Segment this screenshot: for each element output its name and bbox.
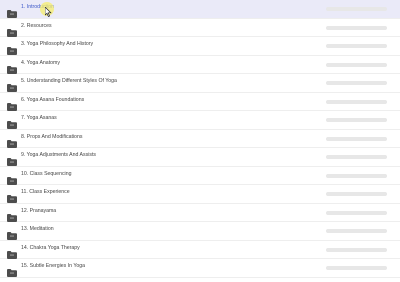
lesson-title[interactable]: 4. Yoga Anatomy [21,60,60,66]
loading-placeholder-bar [326,118,387,122]
lesson-title[interactable]: 6. Yoga Asana Foundations [21,97,84,103]
lesson-list: 1. Introduction 2. Resources 3. Yoga Philo… [0,0,400,278]
lesson-row[interactable]: 2. Resources [0,19,400,37]
lesson-row[interactable]: 10. Class Sequencing [0,167,400,185]
folder-icon [7,227,17,240]
folder-icon [7,5,17,18]
lesson-row[interactable]: 3. Yoga Philosophy And History [0,37,400,56]
loading-placeholder-bar [326,99,387,104]
loading-placeholder-bar [326,210,387,215]
folder-icon [7,264,17,277]
lesson-title[interactable]: 9. Yoga Adjustments And Assists [21,152,96,158]
lesson-title[interactable]: 12. Pranayama [21,208,56,214]
lesson-title[interactable]: 10. Class Sequencing [21,171,71,177]
loading-placeholder-bar [326,136,387,141]
folder-icon [7,190,17,203]
lesson-title[interactable]: 8. Props And Modifications [21,134,82,140]
loading-placeholder-bar [326,155,387,159]
loading-placeholder-bar [326,62,387,67]
lesson-title[interactable]: 5. Understanding Different Styles Of Yog… [21,78,117,84]
folder-icon [7,209,17,222]
folder-icon [7,172,17,185]
mouse-cursor [40,2,56,18]
folder-icon [7,24,17,37]
lesson-title[interactable]: 11. Class Experience [21,189,70,195]
lesson-row[interactable]: 7. Yoga Asanas [0,111,400,130]
loading-placeholder-bar [326,44,387,48]
folder-icon [7,116,17,129]
lesson-row[interactable]: 8. Props And Modifications [0,130,400,148]
lesson-row[interactable]: 6. Yoga Asana Foundations [0,93,400,111]
lesson-row[interactable]: 14. Chakra Yoga Therapy [0,241,400,259]
lesson-title[interactable]: 2. Resources [21,23,52,29]
loading-placeholder-bar [326,81,387,85]
lesson-row[interactable]: 15. Subtle Energies In Yoga [0,259,400,278]
loading-placeholder-bar [326,173,387,178]
loading-placeholder-bar [326,7,387,11]
loading-placeholder-bar [326,266,387,270]
lesson-row[interactable]: 1. Introduction [0,0,400,19]
folder-icon [7,42,17,55]
folder-icon [7,79,17,92]
loading-placeholder-bar [326,192,387,196]
lesson-title[interactable]: 13. Meditation [21,226,54,232]
lesson-row[interactable]: 4. Yoga Anatomy [0,56,400,74]
lesson-row[interactable]: 12. Pranayama [0,204,400,222]
mouse-cursor-icon [45,7,52,17]
lesson-title[interactable]: 7. Yoga Asanas [21,115,57,121]
folder-icon [7,135,17,148]
lesson-title[interactable]: 3. Yoga Philosophy And History [21,41,93,47]
folder-icon [7,61,17,74]
lesson-title[interactable]: 15. Subtle Energies In Yoga [21,263,85,269]
lesson-title[interactable]: 14. Chakra Yoga Therapy [21,245,80,251]
folder-icon [7,246,17,259]
lesson-row[interactable]: 13. Meditation [0,222,400,241]
loading-placeholder-bar [326,247,387,252]
lesson-row[interactable]: 11. Class Experience [0,185,400,204]
lesson-row[interactable]: 9. Yoga Adjustments And Assists [0,148,400,167]
loading-placeholder-bar [326,229,387,233]
loading-placeholder-bar [326,25,387,30]
lesson-row[interactable]: 5. Understanding Different Styles Of Yog… [0,74,400,93]
folder-icon [7,153,17,166]
folder-icon [7,98,17,111]
